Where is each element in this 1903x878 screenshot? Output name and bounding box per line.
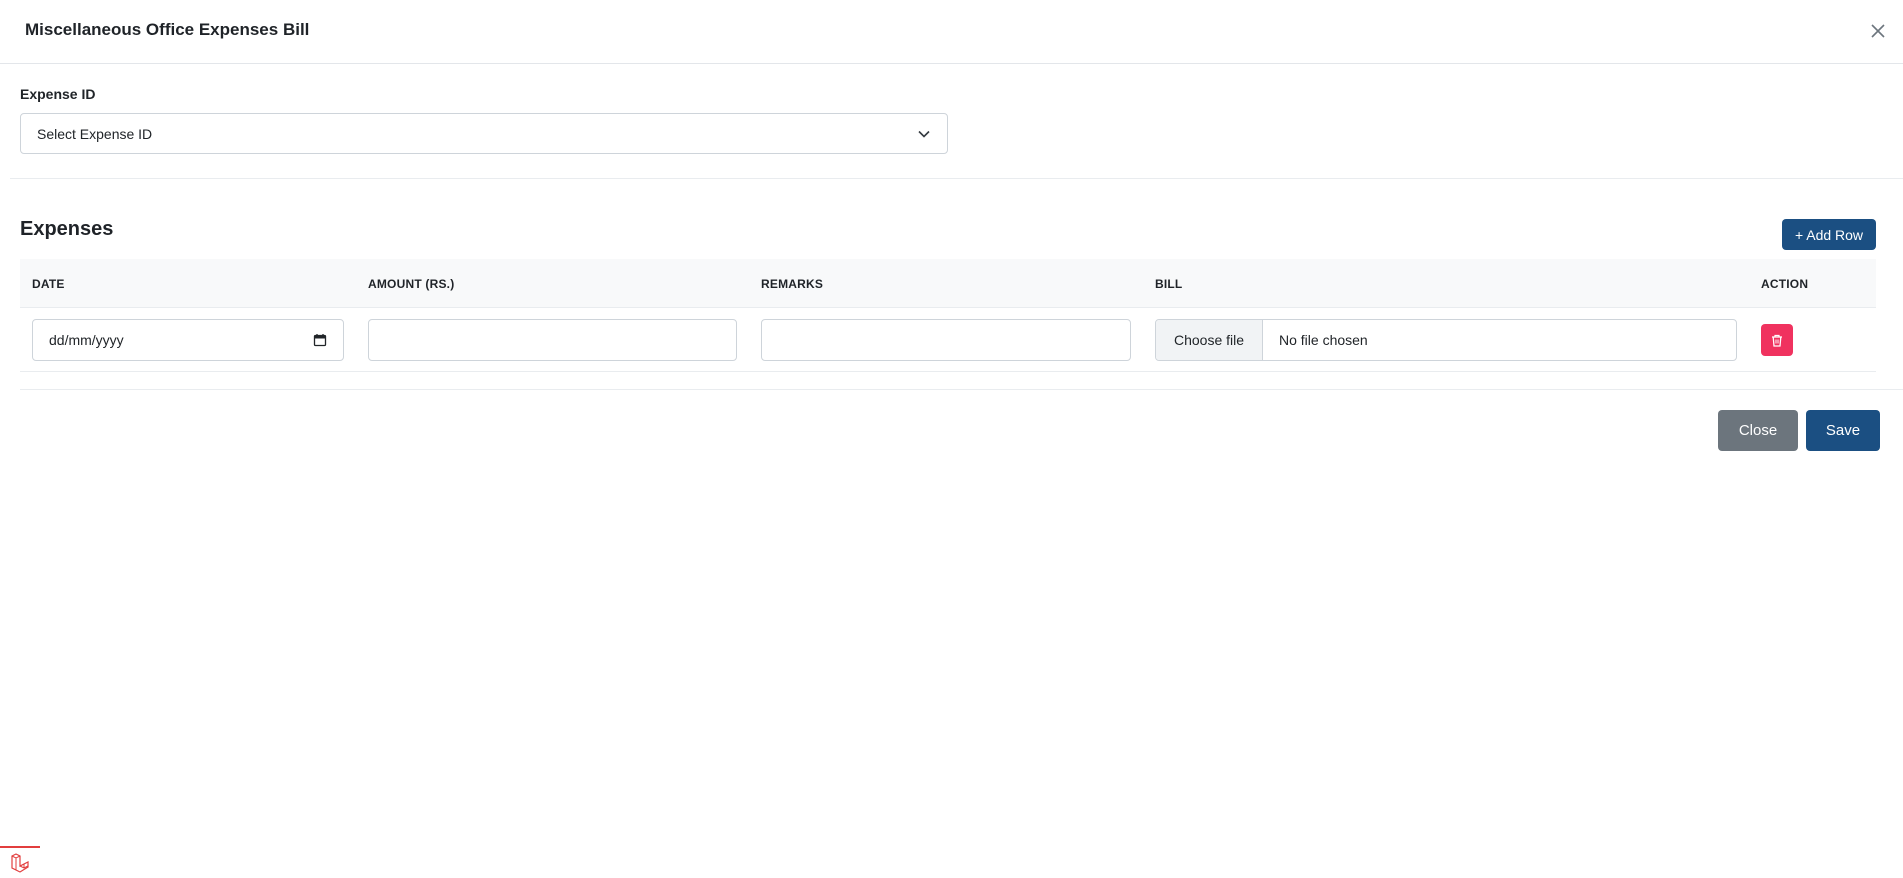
close-icon[interactable] [1865, 18, 1891, 44]
delete-row-button[interactable] [1761, 324, 1793, 356]
date-placeholder: dd/mm/yyyy [49, 332, 124, 348]
trash-icon [1772, 334, 1782, 347]
table-header: DATE AMOUNT (RS.) REMARKS BILL ACTION [20, 259, 1876, 308]
chevron-down-icon [918, 130, 930, 138]
footer-divider [20, 389, 1903, 390]
section-divider [10, 178, 1903, 179]
save-button[interactable]: Save [1806, 410, 1880, 451]
add-row-button[interactable]: + Add Row [1782, 219, 1876, 250]
choose-file-button[interactable]: Choose file [1156, 320, 1263, 360]
add-row-label: + Add Row [1794, 226, 1864, 243]
amount-input[interactable] [368, 319, 737, 361]
expenses-title: Expenses [20, 218, 114, 240]
bill-file-input[interactable]: Choose file No file chosen [1155, 319, 1737, 361]
expense-id-selected-value: Select Expense ID [37, 125, 153, 142]
file-name-text: No file chosen [1279, 332, 1368, 348]
modal-title: Miscellaneous Office Expenses Bill [25, 20, 310, 39]
column-header-amount: AMOUNT (RS.) [368, 277, 455, 291]
modal-header: Miscellaneous Office Expenses Bill [0, 0, 1903, 64]
column-header-remarks: REMARKS [761, 277, 824, 291]
column-header-bill: BILL [1155, 277, 1183, 291]
expense-id-select[interactable]: Select Expense ID [20, 113, 948, 154]
calendar-icon[interactable] [313, 333, 327, 347]
column-header-date: DATE [32, 277, 65, 291]
table-row: dd/mm/yyyy Choose file No file chosen [20, 308, 1876, 372]
remarks-input[interactable] [761, 319, 1131, 361]
close-button[interactable]: Close [1718, 410, 1798, 451]
date-input[interactable]: dd/mm/yyyy [32, 319, 344, 361]
column-header-action: ACTION [1761, 277, 1809, 291]
laravel-logo-icon[interactable] [0, 846, 40, 878]
expense-id-label: Expense ID [20, 86, 96, 102]
